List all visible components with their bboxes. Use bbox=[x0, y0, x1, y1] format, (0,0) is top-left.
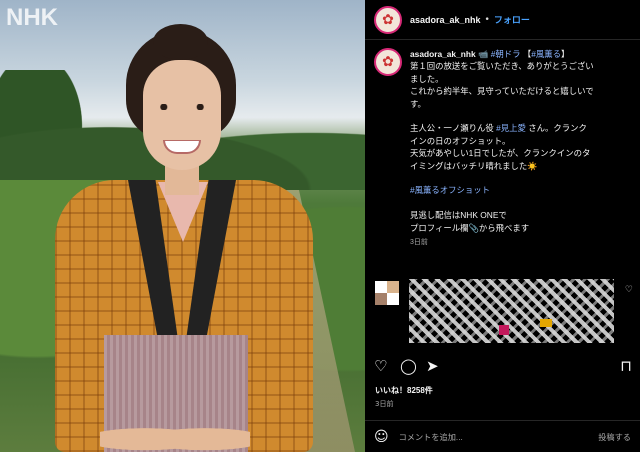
send-icon[interactable]: ➤ bbox=[426, 357, 439, 375]
bracket-open: 【 bbox=[522, 49, 532, 59]
pixelated-comment bbox=[409, 279, 614, 343]
photo-eyes bbox=[156, 104, 208, 110]
hashtag-miagemai[interactable]: #見上愛 bbox=[496, 123, 526, 133]
caption-avatar[interactable]: ✿ bbox=[374, 48, 402, 76]
caption-line-text: さん。クランク bbox=[525, 123, 587, 134]
instagram-post: NHK ✿ asadora_ak_nhk • フォロー ✿ asadora_ak… bbox=[0, 0, 640, 452]
smiley-icon[interactable]: ☺ bbox=[374, 429, 389, 445]
caption-line: ました。 bbox=[410, 73, 444, 84]
pixel-accent bbox=[540, 319, 552, 327]
heart-icon[interactable]: ♡ bbox=[374, 357, 387, 375]
camera-emoji-icon: 📹 bbox=[477, 49, 489, 59]
caption-line: これから約半年、見守っていただけると嬉しいで bbox=[410, 86, 594, 97]
caption-line: プロフィール欄📎から飛べます bbox=[410, 222, 530, 233]
bracket-close: 】 bbox=[561, 49, 570, 59]
caption-time-ago: 3日前 bbox=[410, 239, 428, 247]
action-bar: ♡ ◯ ➤ ⊓ bbox=[374, 357, 632, 375]
photo-hands bbox=[100, 420, 250, 452]
caption-text: asadora_ak_nhk 📹 #朝ドラ 【#風薫る】 第１回の放送をご覧いた… bbox=[410, 48, 594, 249]
caption-line: インの日のオフショット。 bbox=[410, 135, 511, 146]
likes-count[interactable]: いいね！8258件 bbox=[375, 385, 433, 396]
post-caption: ✿ asadora_ak_nhk 📹 #朝ドラ 【#風薫る】 第１回の放送をご覧… bbox=[374, 48, 634, 249]
caption-line: 天気があやしい1日でしたが、クランクインのタ bbox=[410, 148, 591, 159]
caption-line-text: 主人公・一ノ瀬りん役 bbox=[410, 123, 497, 134]
hashtag-kazekaoru[interactable]: #風薫る bbox=[531, 49, 561, 59]
hashtag-offshot[interactable]: #風薫るオフショット bbox=[410, 184, 594, 196]
caption-line: イミングはバッチリ晴れました☀️ bbox=[410, 160, 538, 171]
comment-heart-icon[interactable]: ♡ bbox=[625, 285, 633, 295]
caption-line: 第１回の放送をご覧いただき、ありがとうござい bbox=[410, 61, 594, 72]
post-date: 3日前 bbox=[375, 400, 394, 408]
comment-icon[interactable]: ◯ bbox=[400, 357, 417, 375]
caption-username[interactable]: asadora_ak_nhk bbox=[410, 49, 476, 59]
post-comment-button[interactable]: 投稿する bbox=[598, 431, 631, 443]
comment-item: ♡ bbox=[375, 279, 633, 343]
comment-input[interactable]: コメントを追加... bbox=[399, 431, 599, 443]
nhk-watermark-logo: NHK bbox=[6, 4, 58, 31]
caption-line: す。 bbox=[410, 98, 426, 109]
caption-line: 見逃し配信はNHK ONEで bbox=[410, 210, 507, 221]
post-header: ✿ asadora_ak_nhk • フォロー bbox=[365, 0, 640, 40]
bookmark-icon[interactable]: ⊓ bbox=[620, 357, 632, 375]
header-separator: • bbox=[484, 14, 490, 25]
commenter-avatar[interactable] bbox=[375, 281, 399, 305]
caption-line: 主人公・一ノ瀬りん役 #見上愛 さん。クランク bbox=[410, 122, 594, 134]
follow-button[interactable]: フォロー bbox=[494, 13, 530, 26]
header-username[interactable]: asadora_ak_nhk bbox=[410, 15, 481, 25]
pixel-accent bbox=[499, 325, 509, 335]
account-avatar[interactable]: ✿ bbox=[374, 5, 402, 34]
post-photo[interactable]: NHK bbox=[0, 0, 365, 452]
post-side-panel: ✿ asadora_ak_nhk • フォロー ✿ asadora_ak_nhk… bbox=[365, 0, 640, 452]
comment-bar: ☺ コメントを追加... 投稿する bbox=[365, 420, 640, 452]
hashtag-asadora[interactable]: #朝ドラ bbox=[491, 49, 521, 59]
photo-hair-bun bbox=[153, 24, 208, 60]
